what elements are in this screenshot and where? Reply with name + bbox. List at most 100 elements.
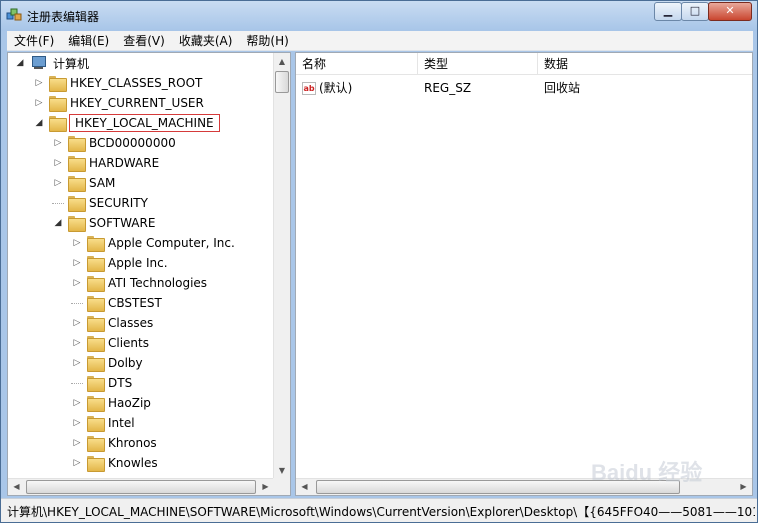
- tree-node-knowles[interactable]: ▷ Knowles: [71, 453, 158, 473]
- tree-node-label: HaoZip: [108, 396, 151, 410]
- expand-toggle-icon[interactable]: ▷: [52, 177, 64, 189]
- menu-help[interactable]: 帮助(H): [239, 31, 295, 51]
- list-item[interactable]: ab (默认) REG_SZ 回收站: [296, 78, 752, 98]
- minimize-icon: ▁: [663, 4, 673, 17]
- scroll-left-icon[interactable]: ◀: [296, 479, 313, 495]
- tree-node-dolby[interactable]: ▷ Dolby: [71, 353, 143, 373]
- tree-node-label: Classes: [108, 316, 154, 330]
- expand-toggle-icon[interactable]: ▷: [71, 237, 83, 249]
- value-type: REG_SZ: [424, 81, 472, 95]
- tree-node-intel[interactable]: ▷ Intel: [71, 413, 135, 433]
- tree-vertical-scrollbar[interactable]: ▲ ▼: [273, 53, 290, 479]
- close-button[interactable]: ✕: [708, 2, 752, 21]
- tree-node-classes[interactable]: ▷ Classes: [71, 313, 153, 333]
- expand-toggle-icon[interactable]: ▷: [33, 97, 45, 109]
- folder-icon: [87, 336, 105, 352]
- tree-node-label: HKEY_LOCAL_MACHINE: [69, 114, 220, 132]
- tree-node-label: Intel: [108, 416, 135, 430]
- tree-connector: [71, 302, 83, 304]
- expand-toggle-icon[interactable]: ▷: [52, 157, 64, 169]
- expand-toggle-icon[interactable]: ▷: [71, 437, 83, 449]
- folder-icon: [87, 396, 105, 412]
- tree-node-hklm[interactable]: ◢ HKEY_LOCAL_MACHINE: [33, 113, 220, 133]
- tree-node-label: SAM: [89, 176, 116, 190]
- folder-icon: [87, 436, 105, 452]
- tree-node-software[interactable]: ◢ SOFTWARE: [52, 213, 155, 233]
- value-name-cell: ab (默认): [296, 78, 418, 98]
- regedit-icon: [6, 8, 22, 21]
- tree-node-label: SECURITY: [89, 196, 148, 210]
- tree-node-haozip[interactable]: ▷ HaoZip: [71, 393, 151, 413]
- tree-node-label: BCD00000000: [89, 136, 176, 150]
- tree-node-apple-computer[interactable]: ▷ Apple Computer, Inc.: [71, 233, 235, 253]
- tree-connector: [52, 202, 64, 204]
- tree-node-sam[interactable]: ▷ SAM: [52, 173, 115, 193]
- maximize-button[interactable]: □: [681, 2, 709, 21]
- column-header-data[interactable]: 数据: [538, 53, 752, 75]
- registry-tree-pane[interactable]: ◢ 计算机 ▷ HKEY_CLASSES_ROOT ▷ HKEY_CURRENT…: [7, 52, 291, 496]
- column-header-name[interactable]: 名称: [296, 53, 418, 75]
- tree-node-hardware[interactable]: ▷ HARDWARE: [52, 153, 159, 173]
- scroll-up-icon[interactable]: ▲: [274, 53, 290, 70]
- scroll-right-icon[interactable]: ▶: [257, 479, 274, 495]
- expand-toggle-icon[interactable]: ▷: [71, 457, 83, 469]
- tree-node-bcd[interactable]: ▷ BCD00000000: [52, 133, 176, 153]
- value-data: 回收站: [544, 81, 581, 95]
- folder-icon: [49, 96, 67, 112]
- tree-node-computer[interactable]: ◢ 计算机: [14, 53, 89, 73]
- tree-node-cbstest[interactable]: CBSTEST: [71, 293, 162, 313]
- expand-toggle-icon[interactable]: ◢: [14, 57, 26, 69]
- minimize-button[interactable]: ▁: [654, 2, 682, 21]
- scroll-left-icon[interactable]: ◀: [8, 479, 25, 495]
- window-title: 注册表编辑器: [27, 10, 100, 24]
- folder-icon: [68, 136, 86, 152]
- scrollbar-corner: [273, 478, 290, 495]
- collapse-toggle-icon[interactable]: ◢: [52, 217, 64, 229]
- tree-node-label: ATI Technologies: [108, 276, 208, 290]
- value-name: (默认): [319, 81, 353, 95]
- menu-edit[interactable]: 编辑(E): [61, 31, 116, 51]
- tree-connector: [71, 382, 83, 384]
- tree-node-ati[interactable]: ▷ ATI Technologies: [71, 273, 207, 293]
- folder-icon: [87, 456, 105, 472]
- expand-toggle-icon[interactable]: ▷: [71, 357, 83, 369]
- title-bar[interactable]: 注册表编辑器 ▁ □ ✕: [1, 1, 757, 31]
- tree-horizontal-scrollbar[interactable]: ◀ ▶: [8, 478, 274, 495]
- scroll-thumb[interactable]: [275, 71, 289, 93]
- tree-node-label: Clients: [108, 336, 149, 350]
- folder-icon: [87, 376, 105, 392]
- tree-node-khronos[interactable]: ▷ Khronos: [71, 433, 157, 453]
- scroll-right-icon[interactable]: ▶: [735, 479, 752, 495]
- tree-node-label: HARDWARE: [89, 156, 160, 170]
- scroll-thumb[interactable]: [26, 480, 256, 494]
- expand-toggle-icon[interactable]: ▷: [71, 277, 83, 289]
- menu-favorites[interactable]: 收藏夹(A): [172, 31, 240, 51]
- tree-node-label: Dolby: [108, 356, 143, 370]
- status-bar: 计算机\HKEY_LOCAL_MACHINE\SOFTWARE\Microsof…: [1, 498, 757, 522]
- tree-node-hkcr[interactable]: ▷ HKEY_CLASSES_ROOT: [33, 73, 202, 93]
- tree-node-dts[interactable]: DTS: [71, 373, 132, 393]
- tree-node-label: HKEY_CURRENT_USER: [70, 96, 204, 110]
- expand-toggle-icon[interactable]: ▷: [71, 397, 83, 409]
- values-list-pane[interactable]: 名称 类型 数据 ab (默认) REG_SZ 回收站 ◀ ▶: [295, 52, 753, 496]
- expand-toggle-icon[interactable]: ▷: [71, 317, 83, 329]
- menu-view[interactable]: 查看(V): [116, 31, 172, 51]
- expand-toggle-icon[interactable]: ▷: [71, 257, 83, 269]
- tree-node-clients[interactable]: ▷ Clients: [71, 333, 149, 353]
- tree-node-apple-inc[interactable]: ▷ Apple Inc.: [71, 253, 168, 273]
- registry-tree: ◢ 计算机 ▷ HKEY_CLASSES_ROOT ▷ HKEY_CURRENT…: [8, 53, 274, 479]
- column-header-type[interactable]: 类型: [418, 53, 538, 75]
- menu-file[interactable]: 文件(F): [7, 31, 61, 51]
- folder-icon: [68, 176, 86, 192]
- tree-node-hkcu[interactable]: ▷ HKEY_CURRENT_USER: [33, 93, 204, 113]
- expand-toggle-icon[interactable]: ▷: [71, 337, 83, 349]
- collapse-toggle-icon[interactable]: ◢: [33, 117, 45, 129]
- tree-node-label: Khronos: [108, 436, 157, 450]
- expand-toggle-icon[interactable]: ▷: [71, 417, 83, 429]
- expand-toggle-icon[interactable]: ▷: [33, 77, 45, 89]
- tree-node-security[interactable]: SECURITY: [52, 193, 148, 213]
- expand-toggle-icon[interactable]: ▷: [52, 137, 64, 149]
- folder-icon: [87, 236, 105, 252]
- scroll-down-icon[interactable]: ▼: [274, 462, 290, 479]
- watermark-text: Baidu 经验: [591, 460, 703, 485]
